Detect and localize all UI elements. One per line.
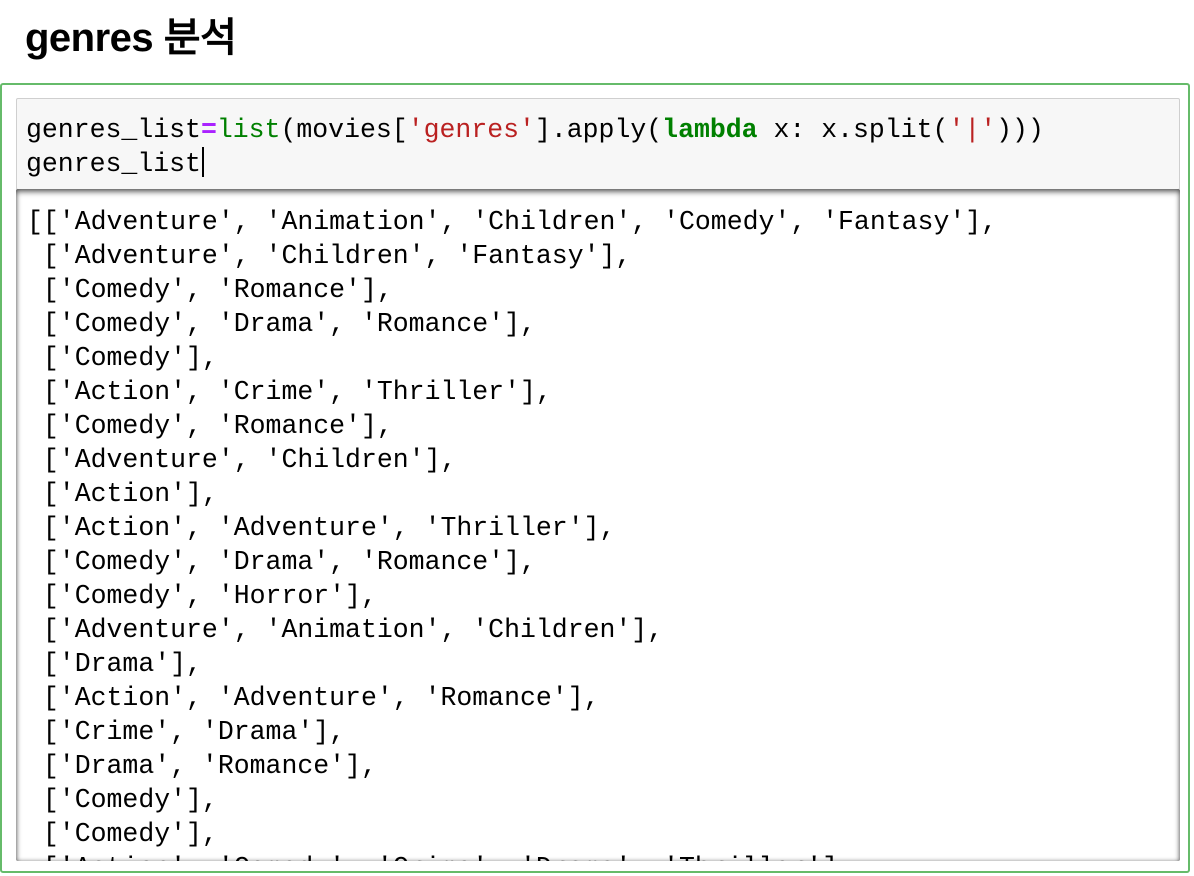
output-line: ['Comedy'], — [27, 819, 218, 849]
output-line: ['Comedy', 'Drama', 'Romance'], — [27, 547, 536, 577]
code-input-area[interactable]: genres_list=list(movies['genres'].apply(… — [16, 98, 1180, 190]
notebook-code-cell[interactable]: genres_list=list(movies['genres'].apply(… — [0, 83, 1190, 873]
code-string: '|' — [948, 115, 997, 145]
output-line: ['Comedy', 'Drama', 'Romance'], — [27, 309, 536, 339]
output-text: [['Adventure', 'Animation', 'Children', … — [27, 205, 997, 861]
output-line: ['Comedy', 'Romance'], — [27, 411, 393, 441]
code-builtin: list — [216, 115, 281, 145]
output-line: ['Action', 'Comedy', 'Crime', 'Drama', '… — [27, 851, 997, 861]
code-text: (movies[ — [280, 115, 408, 145]
output-line: ['Comedy', 'Romance'], — [27, 275, 393, 305]
output-line: ['Adventure', 'Children'], — [27, 445, 457, 475]
output-line: ['Crime', 'Drama'], — [27, 717, 346, 747]
code-text: ].apply( — [534, 115, 663, 145]
output-line: ['Drama'], — [27, 649, 202, 679]
text-cursor — [201, 147, 204, 177]
output-line: ['Action'], — [27, 479, 218, 509]
code-variable: genres_list — [26, 115, 201, 145]
code-operator: = — [200, 115, 217, 145]
output-line: ['Action', 'Adventure', 'Thriller'], — [27, 513, 616, 543]
code-line-2[interactable]: genres_list — [26, 147, 204, 181]
output-line: ['Action', 'Crime', 'Thriller'], — [27, 377, 552, 407]
output-line: ['Action', 'Adventure', 'Romance'], — [27, 683, 600, 713]
code-keyword: lambda — [662, 115, 758, 145]
section-heading: genres 분석 — [25, 16, 237, 60]
output-line: [['Adventure', 'Animation', 'Children', … — [27, 207, 998, 237]
output-line: ['Drama', 'Romance'], — [27, 751, 377, 781]
code-variable: genres_list — [26, 149, 201, 179]
code-text: x: x.split( — [757, 115, 949, 145]
output-line: ['Comedy', 'Horror'], — [27, 581, 377, 611]
output-line: ['Adventure', 'Children', 'Fantasy'], — [27, 241, 632, 271]
output-line: ['Comedy'], — [27, 785, 218, 815]
output-line: ['Adventure', 'Animation', 'Children'], — [27, 615, 664, 645]
cell-output-area[interactable]: [['Adventure', 'Animation', 'Children', … — [16, 189, 1180, 861]
output-line: ['Comedy'], — [27, 343, 218, 373]
code-text: ))) — [996, 115, 1044, 145]
code-line-1[interactable]: genres_list=list(movies['genres'].apply(… — [26, 113, 1044, 147]
code-string: 'genres' — [407, 115, 535, 145]
